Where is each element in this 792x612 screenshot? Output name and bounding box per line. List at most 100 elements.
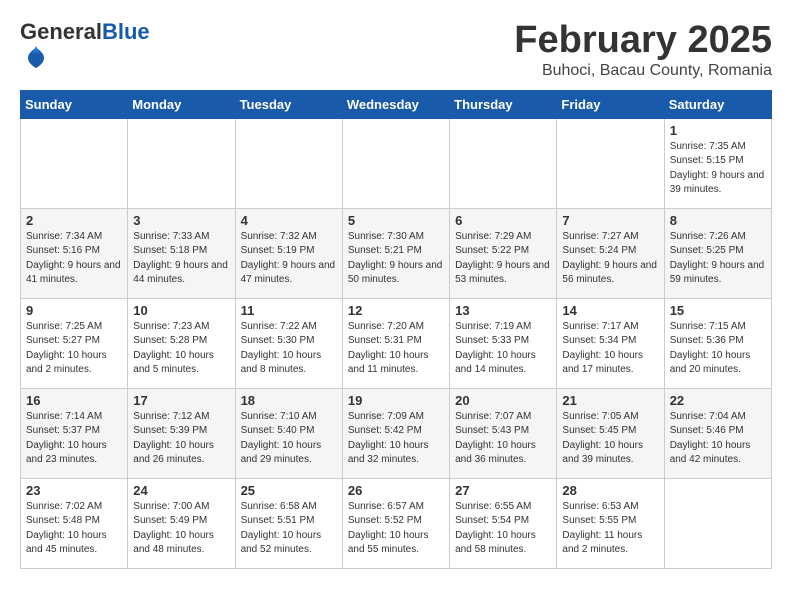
calendar-cell: [664, 478, 771, 568]
day-info: Sunrise: 6:55 AM Sunset: 5:54 PM Dayligh…: [455, 500, 551, 558]
day-number: 12: [348, 303, 444, 318]
day-info: Sunrise: 7:20 AM Sunset: 5:31 PM Dayligh…: [348, 320, 444, 378]
calendar-cell: [342, 118, 449, 208]
calendar-cell: 4Sunrise: 7:32 AM Sunset: 5:19 PM Daylig…: [235, 208, 342, 298]
day-number: 24: [133, 483, 229, 498]
day-info: Sunrise: 7:12 AM Sunset: 5:39 PM Dayligh…: [133, 410, 229, 468]
calendar-week-row: 1 Sunrise: 7:35 AM Sunset: 5:15 PM Daylig…: [21, 118, 772, 208]
calendar-table: SundayMondayTuesdayWednesdayThursdayFrid…: [20, 90, 772, 569]
day-info: Sunrise: 7:07 AM Sunset: 5:43 PM Dayligh…: [455, 410, 551, 468]
day-number: 5: [348, 213, 444, 228]
title-block: February 2025 Buhoci, Bacau County, Roma…: [514, 20, 772, 80]
day-number: 1: [670, 123, 766, 138]
calendar-cell: 12 Sunrise: 7:20 AM Sunset: 5:31 PM Dayli…: [342, 298, 449, 388]
day-info: Sunrise: 7:27 AM Sunset: 5:24 PM Dayligh…: [562, 230, 658, 288]
calendar-cell: 11 Sunrise: 7:22 AM Sunset: 5:30 PM Dayli…: [235, 298, 342, 388]
calendar-week-row: 16 Sunrise: 7:14 AM Sunset: 5:37 PM Dayli…: [21, 388, 772, 478]
calendar-cell: 10 Sunrise: 7:23 AM Sunset: 5:28 PM Dayli…: [128, 298, 235, 388]
day-info: Sunrise: 7:35 AM Sunset: 5:15 PM Dayligh…: [670, 140, 766, 198]
calendar-week-row: 9 Sunrise: 7:25 AM Sunset: 5:27 PM Daylig…: [21, 298, 772, 388]
calendar-week-row: 2 Sunrise: 7:34 AM Sunset: 5:16 PM Daylig…: [21, 208, 772, 298]
day-number: 21: [562, 393, 658, 408]
logo-general-text: General: [20, 19, 102, 44]
day-number: 15: [670, 303, 766, 318]
day-number: 22: [670, 393, 766, 408]
calendar-cell: 9 Sunrise: 7:25 AM Sunset: 5:27 PM Daylig…: [21, 298, 128, 388]
calendar-cell: 28Sunrise: 6:53 AM Sunset: 5:55 PM Dayli…: [557, 478, 664, 568]
day-info: Sunrise: 7:00 AM Sunset: 5:49 PM Dayligh…: [133, 500, 229, 558]
calendar-cell: 17 Sunrise: 7:12 AM Sunset: 5:39 PM Dayli…: [128, 388, 235, 478]
day-info: Sunrise: 7:10 AM Sunset: 5:40 PM Dayligh…: [241, 410, 337, 468]
day-info: Sunrise: 7:29 AM Sunset: 5:22 PM Dayligh…: [455, 230, 551, 288]
day-info: Sunrise: 7:14 AM Sunset: 5:37 PM Dayligh…: [26, 410, 122, 468]
calendar-cell: [21, 118, 128, 208]
day-number: 10: [133, 303, 229, 318]
day-number: 23: [26, 483, 122, 498]
calendar-header-saturday: Saturday: [664, 90, 771, 118]
day-number: 16: [26, 393, 122, 408]
day-number: 2: [26, 213, 122, 228]
calendar-week-row: 23 Sunrise: 7:02 AM Sunset: 5:48 PM Dayli…: [21, 478, 772, 568]
calendar-header-monday: Monday: [128, 90, 235, 118]
day-info: Sunrise: 7:02 AM Sunset: 5:48 PM Dayligh…: [26, 500, 122, 558]
day-number: 28: [562, 483, 658, 498]
calendar-cell: 24 Sunrise: 7:00 AM Sunset: 5:49 PM Dayli…: [128, 478, 235, 568]
calendar-cell: [128, 118, 235, 208]
calendar-header-sunday: Sunday: [21, 90, 128, 118]
logo-icon: [22, 44, 50, 72]
day-number: 3: [133, 213, 229, 228]
day-info: Sunrise: 6:58 AM Sunset: 5:51 PM Dayligh…: [241, 500, 337, 558]
calendar-header-tuesday: Tuesday: [235, 90, 342, 118]
calendar-cell: 8 Sunrise: 7:26 AM Sunset: 5:25 PM Daylig…: [664, 208, 771, 298]
calendar-cell: 20 Sunrise: 7:07 AM Sunset: 5:43 PM Dayli…: [450, 388, 557, 478]
calendar-cell: 13Sunrise: 7:19 AM Sunset: 5:33 PM Dayli…: [450, 298, 557, 388]
day-number: 6: [455, 213, 551, 228]
day-info: Sunrise: 7:30 AM Sunset: 5:21 PM Dayligh…: [348, 230, 444, 288]
calendar-cell: 19Sunrise: 7:09 AM Sunset: 5:42 PM Dayli…: [342, 388, 449, 478]
calendar-cell: 1 Sunrise: 7:35 AM Sunset: 5:15 PM Daylig…: [664, 118, 771, 208]
calendar-header-thursday: Thursday: [450, 90, 557, 118]
calendar-header-friday: Friday: [557, 90, 664, 118]
calendar-cell: 15Sunrise: 7:15 AM Sunset: 5:36 PM Dayli…: [664, 298, 771, 388]
calendar-header-wednesday: Wednesday: [342, 90, 449, 118]
day-info: Sunrise: 7:09 AM Sunset: 5:42 PM Dayligh…: [348, 410, 444, 468]
calendar-cell: 18 Sunrise: 7:10 AM Sunset: 5:40 PM Dayli…: [235, 388, 342, 478]
day-number: 20: [455, 393, 551, 408]
day-number: 8: [670, 213, 766, 228]
calendar-cell: [235, 118, 342, 208]
calendar-cell: 27 Sunrise: 6:55 AM Sunset: 5:54 PM Dayli…: [450, 478, 557, 568]
calendar-cell: 25Sunrise: 6:58 AM Sunset: 5:51 PM Dayli…: [235, 478, 342, 568]
calendar-cell: 22 Sunrise: 7:04 AM Sunset: 5:46 PM Dayli…: [664, 388, 771, 478]
logo: GeneralBlue: [20, 20, 150, 77]
calendar-cell: 3 Sunrise: 7:33 AM Sunset: 5:18 PM Daylig…: [128, 208, 235, 298]
location-subtitle: Buhoci, Bacau County, Romania: [514, 62, 772, 80]
calendar-header-row: SundayMondayTuesdayWednesdayThursdayFrid…: [21, 90, 772, 118]
day-number: 26: [348, 483, 444, 498]
day-number: 14: [562, 303, 658, 318]
calendar-cell: 21 Sunrise: 7:05 AM Sunset: 5:45 PM Dayli…: [557, 388, 664, 478]
logo-blue-text: Blue: [102, 19, 150, 44]
day-number: 27: [455, 483, 551, 498]
day-info: Sunrise: 7:17 AM Sunset: 5:34 PM Dayligh…: [562, 320, 658, 378]
calendar-cell: 14 Sunrise: 7:17 AM Sunset: 5:34 PM Dayli…: [557, 298, 664, 388]
day-info: Sunrise: 7:32 AM Sunset: 5:19 PM Dayligh…: [241, 230, 337, 288]
day-info: Sunrise: 7:33 AM Sunset: 5:18 PM Dayligh…: [133, 230, 229, 288]
day-info: Sunrise: 7:34 AM Sunset: 5:16 PM Dayligh…: [26, 230, 122, 288]
day-number: 7: [562, 213, 658, 228]
day-number: 9: [26, 303, 122, 318]
day-info: Sunrise: 7:22 AM Sunset: 5:30 PM Dayligh…: [241, 320, 337, 378]
day-info: Sunrise: 7:26 AM Sunset: 5:25 PM Dayligh…: [670, 230, 766, 288]
month-title: February 2025: [514, 20, 772, 62]
day-info: Sunrise: 7:04 AM Sunset: 5:46 PM Dayligh…: [670, 410, 766, 468]
day-number: 18: [241, 393, 337, 408]
day-number: 17: [133, 393, 229, 408]
day-number: 11: [241, 303, 337, 318]
day-info: Sunrise: 7:25 AM Sunset: 5:27 PM Dayligh…: [26, 320, 122, 378]
day-info: Sunrise: 6:57 AM Sunset: 5:52 PM Dayligh…: [348, 500, 444, 558]
calendar-cell: [450, 118, 557, 208]
day-info: Sunrise: 7:23 AM Sunset: 5:28 PM Dayligh…: [133, 320, 229, 378]
day-info: Sunrise: 7:05 AM Sunset: 5:45 PM Dayligh…: [562, 410, 658, 468]
calendar-cell: 7 Sunrise: 7:27 AM Sunset: 5:24 PM Daylig…: [557, 208, 664, 298]
day-number: 13: [455, 303, 551, 318]
calendar-cell: 16 Sunrise: 7:14 AM Sunset: 5:37 PM Dayli…: [21, 388, 128, 478]
